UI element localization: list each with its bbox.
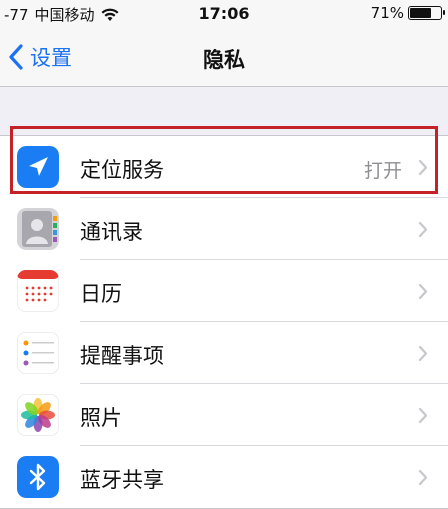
privacy-list: 定位服务 打开 通讯录 日历 提醒事项 照片 蓝牙共享 [0, 135, 448, 509]
row-label: 通讯录 [80, 220, 143, 244]
chevron-right-icon [418, 407, 428, 424]
row-label: 提醒事项 [80, 344, 164, 368]
row-label: 定位服务 [80, 158, 164, 182]
chevron-right-icon [418, 469, 428, 486]
battery-fill [410, 8, 431, 18]
chevron-right-icon [418, 345, 428, 362]
photos-icon [17, 394, 59, 436]
status-bar: -77 中国移动 17:06 71% [0, 0, 448, 28]
row-label: 日历 [80, 282, 122, 306]
calendar-icon [17, 270, 59, 312]
row-reminders[interactable]: 提醒事项 [0, 322, 448, 384]
battery-percent: 71% [370, 4, 404, 22]
chevron-right-icon [418, 159, 428, 176]
row-label: 照片 [80, 406, 122, 430]
chevron-right-icon [418, 283, 428, 300]
row-bluetooth-sharing[interactable]: 蓝牙共享 [0, 446, 448, 508]
row-calendar[interactable]: 日历 [0, 260, 448, 322]
location-arrow-icon [17, 146, 59, 188]
reminders-icon [17, 332, 59, 374]
row-photos[interactable]: 照片 [0, 384, 448, 446]
row-label: 蓝牙共享 [80, 468, 164, 492]
status-right: 71% [370, 4, 445, 22]
chevron-right-icon [418, 221, 428, 238]
battery-icon [408, 6, 445, 20]
contacts-icon [17, 208, 59, 250]
row-value: 打开 [363, 160, 402, 182]
bluetooth-icon [17, 456, 59, 498]
row-location-services[interactable]: 定位服务 打开 [0, 136, 448, 198]
navigation-bar: 设置 隐私 [0, 28, 448, 87]
row-contacts[interactable]: 通讯录 [0, 198, 448, 260]
page-title: 隐私 [203, 48, 245, 72]
